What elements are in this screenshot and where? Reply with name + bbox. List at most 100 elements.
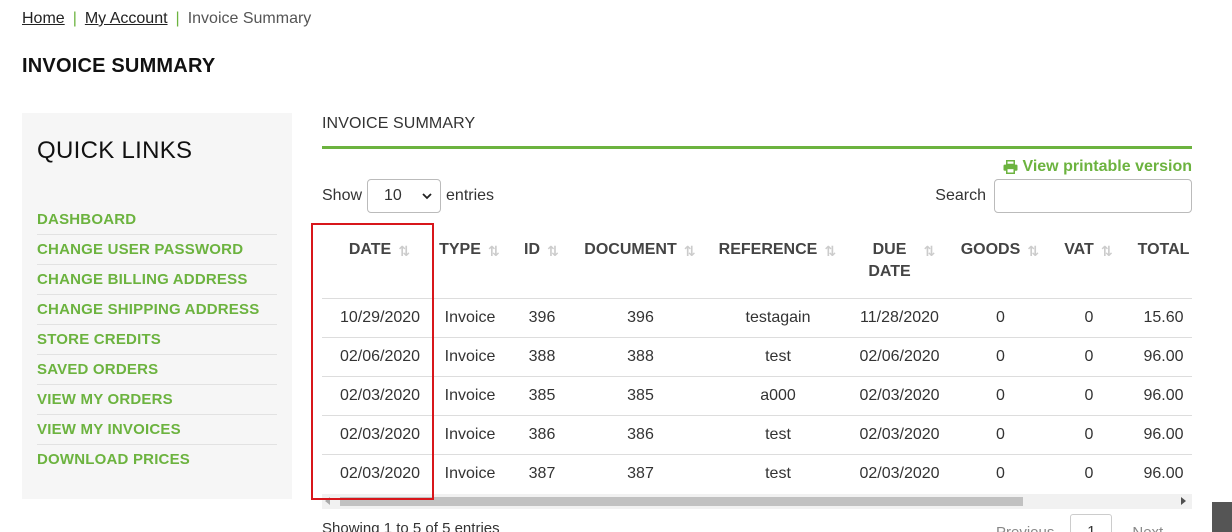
breadcrumb-separator: |: [72, 10, 77, 27]
breadcrumb-current: Invoice Summary: [187, 10, 312, 27]
page-button-current[interactable]: 1: [1070, 514, 1113, 532]
sidebar-item-dashboard[interactable]: DASHBOARD: [37, 205, 277, 235]
cell-reference: testagain: [699, 298, 857, 338]
breadcrumb-separator: |: [175, 10, 180, 27]
cell-due-date: 11/28/2020: [857, 298, 942, 338]
sort-icon: ⇅: [488, 243, 500, 259]
cell-goods: 0: [942, 337, 1059, 377]
invoice-table: DATE ⇅ TYPE ⇅ ID ⇅ DOCUMENT ⇅ REFERENCE ⇅ DUE…: [322, 225, 1192, 493]
scroll-right-arrow-icon[interactable]: [1181, 497, 1186, 505]
page-title: INVOICE SUMMARY: [22, 55, 216, 77]
column-header-label: DUE DATE: [868, 241, 911, 280]
breadcrumb-account-link[interactable]: My Account: [85, 10, 168, 28]
sidebar-item-change-shipping-address[interactable]: CHANGE SHIPPING ADDRESS: [37, 295, 277, 325]
printable-version-link[interactable]: View printable version: [1003, 158, 1192, 176]
entries-select[interactable]: 10: [367, 179, 442, 213]
sort-icon: ⇅: [1100, 243, 1113, 259]
cell-document: 386: [582, 415, 699, 455]
show-label: Show: [322, 187, 363, 204]
sidebar-item-view-my-invoices[interactable]: VIEW MY INVOICES: [37, 415, 277, 445]
search-input[interactable]: [994, 179, 1192, 213]
cell-id: 386: [502, 415, 582, 455]
column-header-label: ID: [524, 241, 540, 258]
quick-links-sidebar: QUICK LINKS DASHBOARD CHANGE USER PASSWO…: [22, 113, 292, 499]
breadcrumb-home-link[interactable]: Home: [22, 10, 65, 28]
column-header-document[interactable]: DOCUMENT ⇅: [582, 225, 699, 299]
table-row[interactable]: 02/03/2020 Invoice 387 387 test 02/03/20…: [322, 454, 1192, 493]
cell-goods: 0: [942, 298, 1059, 338]
cell-total: 96.00: [1119, 337, 1192, 377]
sidebar-item-view-my-orders[interactable]: VIEW MY ORDERS: [37, 385, 277, 415]
corner-widget[interactable]: [1212, 502, 1232, 532]
cell-due-date: 02/06/2020: [857, 337, 942, 377]
printer-icon: [1003, 160, 1018, 174]
column-header-total[interactable]: TOTAL: [1119, 225, 1192, 299]
table-row[interactable]: 02/03/2020 Invoice 385 385 a000 02/03/20…: [322, 376, 1192, 416]
column-header-label: GOODS: [960, 241, 1021, 258]
cell-vat: 0: [1059, 376, 1119, 416]
cell-date: 02/06/2020: [322, 337, 438, 377]
quick-links-title: QUICK LINKS: [37, 137, 193, 164]
cell-reference: test: [765, 464, 791, 482]
column-header-due-date[interactable]: DUE DATE ⇅: [857, 225, 942, 299]
cell-reference: test: [699, 337, 857, 377]
cell-date: 02/03/2020: [322, 376, 438, 416]
sort-icon: ⇅: [398, 243, 411, 259]
next-page-button[interactable]: Next: [1132, 524, 1163, 532]
sidebar-item-store-credits[interactable]: STORE CREDITS: [37, 325, 277, 355]
cell-goods: 0: [942, 415, 1059, 455]
column-header-label: REFERENCE: [718, 241, 818, 258]
sidebar-item-download-prices[interactable]: DOWNLOAD PRICES: [37, 445, 277, 475]
cell-due-date: 02/03/2020: [857, 376, 942, 416]
column-header-label: VAT: [1064, 241, 1094, 258]
cell-type: Invoice: [438, 337, 502, 377]
cell-due-date: 02/03/2020: [857, 415, 942, 455]
sort-icon: ⇅: [824, 243, 837, 259]
table-row[interactable]: 02/06/2020 Invoice 388 388 test 02/06/20…: [322, 337, 1192, 377]
printable-version-label: View printable version: [1022, 158, 1192, 175]
chevron-down-icon: [422, 192, 432, 199]
previous-page-button[interactable]: Previous: [996, 524, 1054, 532]
cell-goods: 0: [996, 464, 1005, 482]
cell-total: 96.00: [1119, 415, 1192, 455]
search-label: Search: [935, 187, 986, 204]
sidebar-item-saved-orders[interactable]: SAVED ORDERS: [37, 355, 277, 385]
column-header-vat[interactable]: VAT ⇅: [1059, 225, 1119, 299]
cell-vat: 0: [1059, 337, 1119, 377]
cell-date: 10/29/2020: [322, 298, 438, 338]
table-row[interactable]: 10/29/2020 Invoice 396 396 testagain 11/…: [322, 298, 1192, 338]
column-header-type[interactable]: TYPE ⇅: [438, 225, 502, 299]
quick-links-list: DASHBOARD CHANGE USER PASSWORD CHANGE BI…: [37, 205, 277, 475]
column-header-label: TYPE: [439, 241, 481, 258]
cell-total: 96.00: [1119, 376, 1192, 416]
table-header-row: DATE ⇅ TYPE ⇅ ID ⇅ DOCUMENT ⇅ REFERENCE ⇅ DUE…: [322, 225, 1192, 299]
column-header-date[interactable]: DATE ⇅: [322, 225, 438, 299]
breadcrumb: Home | My Account | Invoice Summary: [22, 10, 311, 28]
horizontal-scrollbar[interactable]: [322, 494, 1192, 509]
cell-id: 387: [528, 464, 556, 482]
sidebar-item-change-user-password[interactable]: CHANGE USER PASSWORD: [37, 235, 277, 265]
section-title: INVOICE SUMMARY: [322, 113, 1192, 149]
sidebar-item-change-billing-address[interactable]: CHANGE BILLING ADDRESS: [37, 265, 277, 295]
scroll-left-arrow-icon[interactable]: [325, 497, 330, 505]
cell-id: 396: [502, 298, 582, 338]
cell-id: 388: [502, 337, 582, 377]
column-header-goods[interactable]: GOODS ⇅: [942, 225, 1059, 299]
column-header-reference[interactable]: REFERENCE ⇅: [699, 225, 857, 299]
entries-label: entries: [446, 187, 495, 204]
scrollbar-thumb[interactable]: [340, 497, 1023, 506]
sort-icon: ⇅: [1027, 243, 1040, 259]
column-header-label: TOTAL: [1137, 241, 1190, 258]
cell-id: 385: [502, 376, 582, 416]
cell-vat: 0: [1059, 415, 1119, 455]
table-row[interactable]: 02/03/2020 Invoice 386 386 test 02/03/20…: [322, 415, 1192, 455]
cell-vat: 0: [1059, 298, 1119, 338]
column-header-label: DOCUMENT: [584, 241, 677, 258]
search-control: Search: [935, 179, 1192, 213]
cell-type: Invoice: [438, 298, 502, 338]
entries-length-control: Show 10 entries: [322, 179, 494, 213]
cell-document: 387: [627, 464, 654, 482]
entries-select-value: 10: [384, 187, 402, 204]
column-header-id[interactable]: ID ⇅: [502, 225, 582, 299]
cell-total: 15.60: [1119, 298, 1192, 338]
